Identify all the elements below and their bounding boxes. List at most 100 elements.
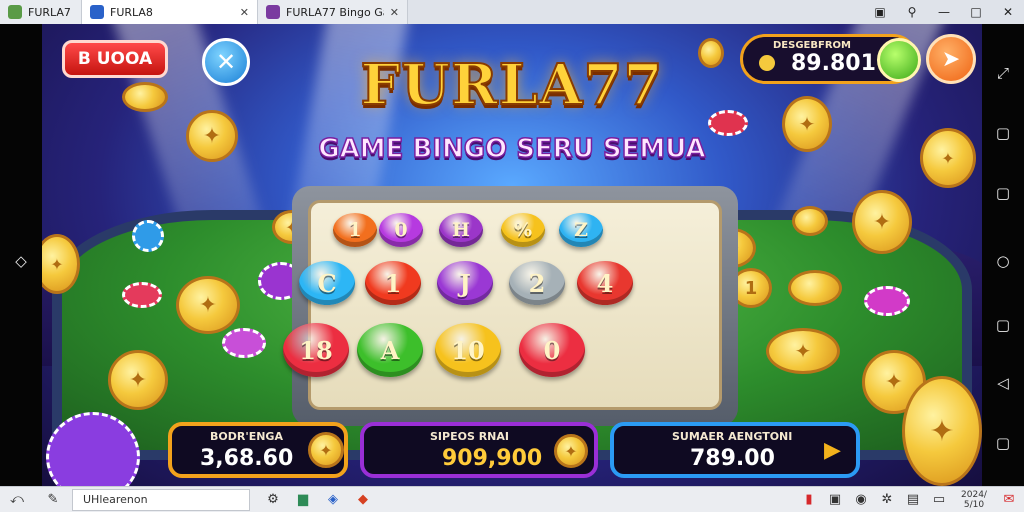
board-surface: 1 0 H % Z C 1 J 2 4 18 A 10 0 [283,200,722,410]
chip-icon [132,220,164,252]
arrow-icon: ➤ [941,46,961,72]
chip-icon [222,328,266,358]
tab-title: FURLA77 Bingo Game [286,5,384,19]
bingo-ball[interactable]: A [357,323,423,377]
coin-icon [698,38,724,68]
bingo-ball[interactable]: 0 [379,213,423,247]
monitor-icon[interactable]: ▭ [928,489,950,511]
taskbar: ⤺ ✎ UHlearenon ⚙ ▆ ◈ ◆ ▮ ▣ ◉ ✲ ▤ ▭ 2024/… [0,486,1024,512]
bingo-ball[interactable]: 4 [577,261,633,305]
balance-label: DESGEBFROM [773,40,851,51]
files-icon[interactable]: ▆ [292,489,314,511]
panel-value: 909,900 [442,446,543,471]
screenshot-icon[interactable]: ▣ [864,0,896,24]
coin-icon: ✦ [782,96,832,152]
maximize-button[interactable]: □ [960,0,992,24]
close-button[interactable]: ✕ [992,0,1024,24]
close-icon[interactable]: ✕ [390,6,399,19]
settings-icon[interactable]: ✲ [876,489,898,511]
edit-icon[interactable]: ✎ [42,489,64,511]
game-stage: ✦ ✦ ✦ ✦ ✦ ✦ ✦ 1 ✦ ✦ ✦ ✦ ✦ 1 0 H % Z C 1 … [42,24,982,486]
bingo-board: 1 0 H % Z C 1 J 2 4 18 A 10 0 [283,186,738,426]
square-icon[interactable]: ▢ [982,434,1024,452]
stat-panel-2: SIPEOS RNAI 909,900 ✦ [360,422,598,478]
bingo-ball[interactable]: % [501,213,545,247]
clock-date: 5/10 [963,499,985,510]
bingo-ball[interactable]: C [299,261,355,305]
coin-icon: ✦ [902,376,982,486]
menu-button[interactable]: B UOOA [62,40,168,78]
diamond-nav-icon[interactable]: ◇ [0,252,42,270]
bingo-ball[interactable]: 1 [333,213,377,247]
balance-display: DESGEBFROM 89.801 [740,34,921,84]
game-app-icon[interactable]: ◆ [352,489,374,511]
bingo-ball[interactable]: J [437,261,493,305]
chip-icon [864,286,910,316]
coin-icon: ✦ [176,276,240,334]
square-icon[interactable]: ▢ [982,124,1024,142]
coin-icon [122,82,168,112]
collapse-icon[interactable]: ⤢ [982,64,1024,82]
browser-tab-3[interactable]: FURLA77 Bingo Game ✕ [258,0,408,24]
coin-icon [759,55,775,71]
bingo-ball[interactable]: 1 [365,261,421,305]
coin-icon: ✦ [920,128,976,188]
app-icon [8,5,22,19]
image-icon[interactable]: ▣ [824,489,846,511]
stat-panel-1: BODR'ENGA 3,68.60 ✦ [168,422,348,478]
coin-icon [792,206,828,236]
browser-tab-1[interactable]: FURLA7 [0,0,82,24]
chip-icon [708,110,748,136]
back-icon[interactable]: ◁ [982,374,1024,392]
coin-icon: ✦ [186,110,238,162]
chip-icon [122,282,162,308]
square-icon[interactable]: ▢ [982,316,1024,334]
settings-icon[interactable]: ⚙ [262,489,284,511]
system-tray: ▮ ▣ ◉ ✲ ▤ ▭ 2024/ 5/10 ✉ [798,489,1024,511]
bingo-ball[interactable]: 0 [519,323,585,377]
camera-icon[interactable]: ◉ [850,489,872,511]
app-icon [266,5,280,19]
coin-icon: ✦ [308,432,344,468]
game-title: FURLA77 [360,51,664,119]
bingo-ball[interactable]: H [439,213,483,247]
right-nav-rail: ⤢ ▢ ▢ ○ ▢ ◁ ▢ [982,24,1024,486]
game-subtitle: GAME BINGO SERU SEMUA [318,133,707,165]
browser-tab-strip: FURLA7 FURLA8 ✕ FURLA77 Bingo Game ✕ ▣ ⚲… [0,0,1024,24]
settings-button[interactable]: ➤ [926,34,976,84]
tab-title: FURLA7 [28,5,71,19]
square-icon[interactable]: ▢ [982,184,1024,202]
coin-icon: ✦ [852,190,912,254]
add-funds-button[interactable] [877,38,921,82]
location-icon[interactable]: ⚲ [896,0,928,24]
coin-icon: ✦ [766,328,840,374]
circle-icon[interactable]: ○ [982,252,1024,270]
panel-value: 789.00 [690,446,775,471]
app-icon [90,5,104,19]
panel-label: SIPEOS RNAI [430,430,509,443]
bingo-ball[interactable]: Z [559,213,603,247]
browser-tab-2[interactable]: FURLA8 ✕ [82,0,258,24]
network-icon[interactable]: ▤ [902,489,924,511]
bingo-ball[interactable]: 10 [435,323,501,377]
close-icon[interactable]: ✕ [240,6,249,19]
tab-title: FURLA8 [110,5,153,19]
coin-icon [788,270,842,306]
stat-panel-3[interactable]: SUMAER AENGTONI 789.00 ▶ [610,422,860,478]
left-nav-rail: ◇ [0,24,42,486]
bingo-ball[interactable]: 2 [509,261,565,305]
window-controls: ▣ ⚲ — □ ✕ [864,0,1024,24]
sound-button[interactable]: ✕ [202,38,250,86]
alert-icon[interactable]: ▮ [798,489,820,511]
browser-icon[interactable]: ◈ [322,489,344,511]
taskbar-search-input[interactable]: UHlearenon [72,488,250,511]
minimize-button[interactable]: — [928,0,960,24]
clock[interactable]: 2024/ 5/10 [954,490,994,510]
notification-icon[interactable]: ✉ [998,489,1020,511]
bingo-ball[interactable]: 18 [283,323,349,377]
back-icon[interactable]: ⤺ [6,489,28,511]
coin-icon: ✦ [108,350,168,410]
play-icon[interactable]: ▶ [824,438,841,463]
panel-label: SUMAER AENGTONI [672,430,793,443]
panel-label: BODR'ENGA [210,430,283,443]
